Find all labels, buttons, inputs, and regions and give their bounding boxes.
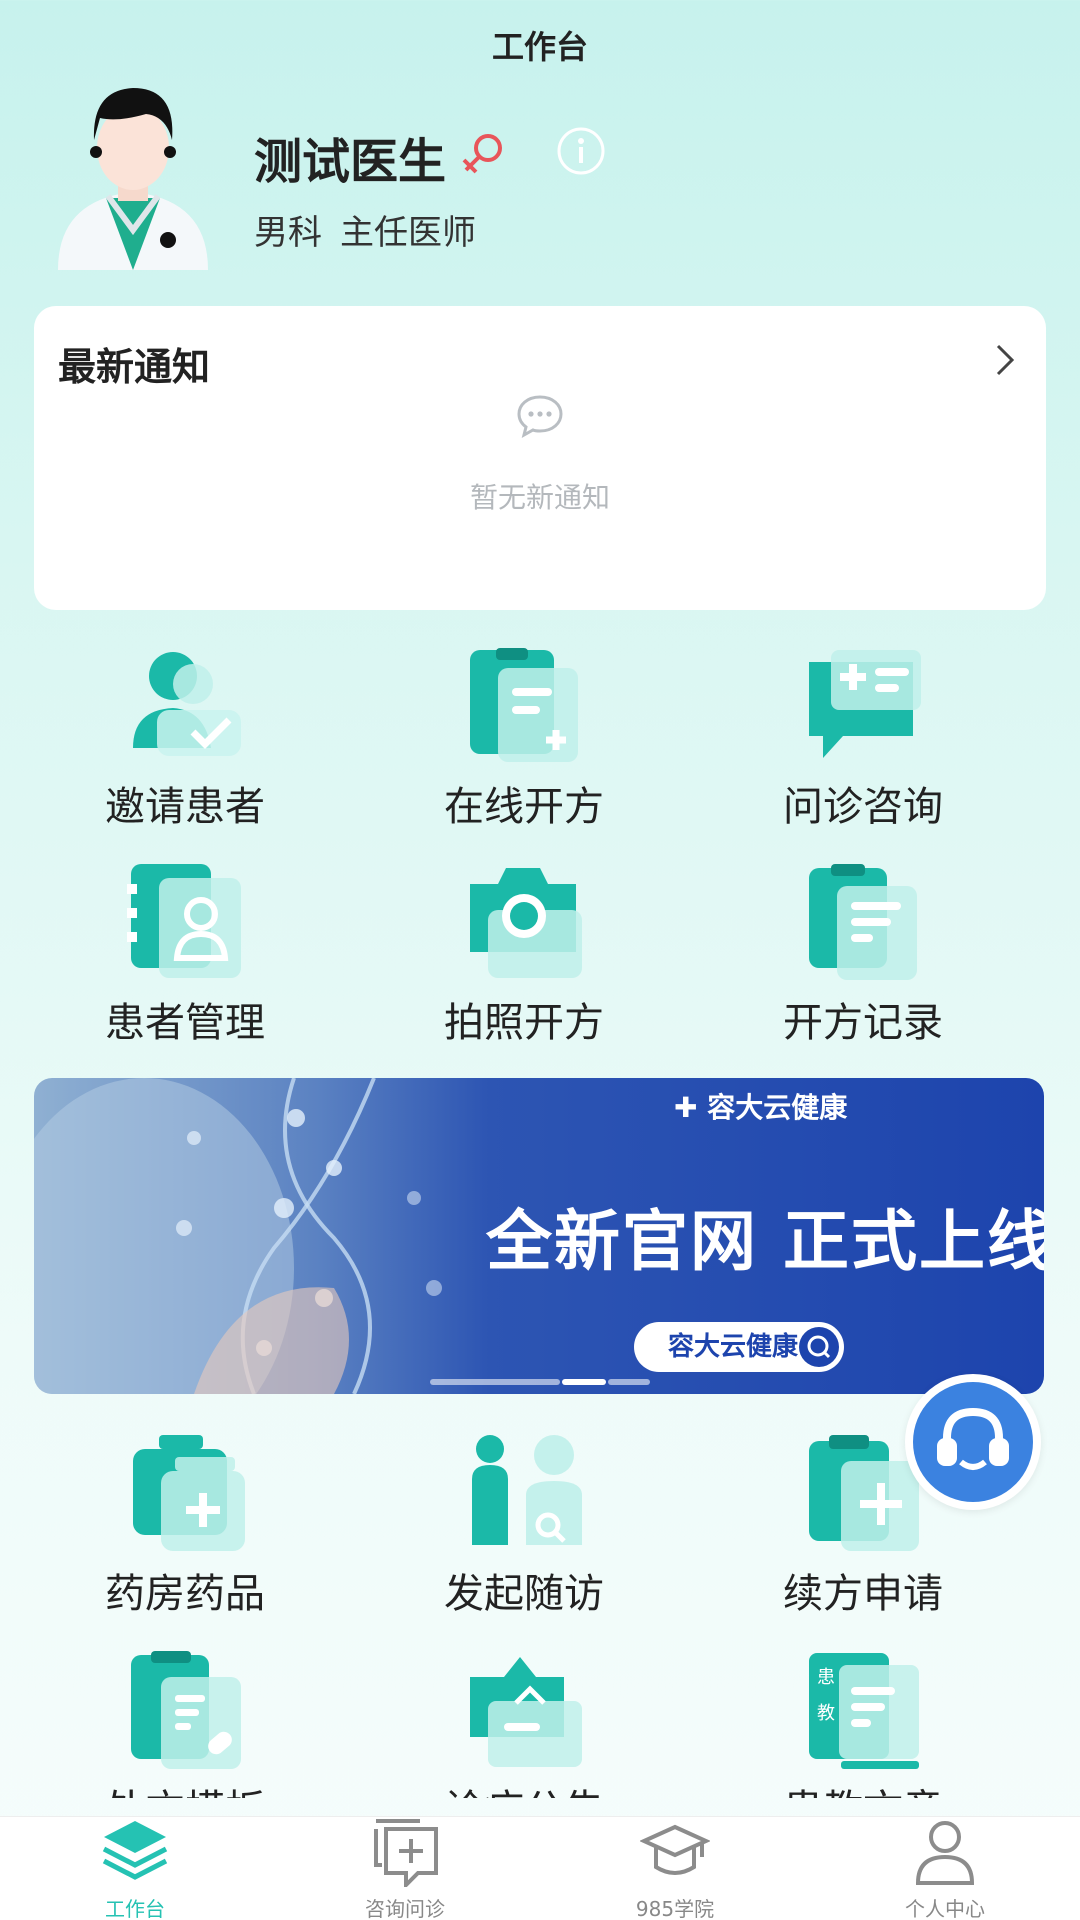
headset-icon (913, 1382, 1033, 1502)
grid-label: 患者管理 (105, 1000, 265, 1046)
banner-logo-label: 容大云健康 (707, 1091, 848, 1124)
banner-pill-text: 容大云健康 (668, 1332, 799, 1362)
grid-label: 患教文章 (683, 1777, 1043, 1798)
grid-label: 处方模板 (5, 1777, 365, 1798)
notice-title: 最新通知 (58, 345, 211, 389)
grid-item-prescription-template[interactable]: 处方模板 (5, 1651, 365, 1798)
bottom-tab-bar: 工作台 咨询问诊 985学院 个人中心 (0, 1816, 1080, 1920)
follow-up-icon (464, 1435, 584, 1555)
grid-item-follow-up[interactable]: 发起随访 (344, 1435, 704, 1625)
doctor-name: 测试医生 (254, 134, 447, 190)
banner-pagination (430, 1370, 650, 1385)
svg-text:教: 教 (817, 1703, 835, 1724)
grid-item-online-prescription[interactable]: 在线开方 (344, 648, 704, 838)
tab-label: 工作台 (105, 1897, 165, 1920)
chat-plus-icon (370, 1817, 440, 1890)
user-icon (910, 1817, 980, 1887)
notice-empty-text: 暂无新通知 (469, 481, 610, 514)
tab-label: 985学院 (635, 1897, 715, 1920)
grid-item-prescription-record[interactable]: 开方记录 (683, 864, 1043, 1054)
promo-banner[interactable]: ✚ 容大云健康 全新官网 正式上线 容大云健康 (34, 1078, 1044, 1394)
prescription-template-icon (125, 1651, 245, 1771)
invite-patient-icon (125, 648, 245, 768)
doctor-department: 男科 主任医师 (254, 205, 476, 254)
tab-label: 个人中心 (905, 1897, 985, 1920)
grid-label: 问诊咨询 (783, 784, 943, 830)
pharmacy-icon (125, 1435, 245, 1555)
position-title: 主任医师 (340, 213, 476, 253)
banner-pill: 容大云健康 (634, 1322, 844, 1372)
announcement-icon (464, 1651, 584, 1771)
photo-prescription-icon (464, 864, 584, 984)
svg-text:患: 患 (817, 1667, 835, 1688)
customer-service-button[interactable] (905, 1374, 1041, 1510)
patient-education-icon: 患 教 (803, 1651, 923, 1771)
prescription-record-icon (803, 864, 923, 984)
banner-headline: 全新官网 正式上线 (486, 1203, 1044, 1280)
notice-card[interactable]: 最新通知 暂无新通知 (34, 306, 1046, 610)
tab-academy[interactable]: 985学院 (540, 1817, 810, 1920)
page-title: 工作台 (491, 28, 588, 66)
grid-item-announcement[interactable]: 诊疗公告 (344, 1651, 704, 1798)
banner-logo-text: ✚ 容大云健康 (674, 1091, 848, 1124)
doctor-avatar (48, 80, 218, 270)
tab-label: 咨询问诊 (365, 1897, 445, 1920)
grid-label: 邀请患者 (105, 784, 265, 830)
chat-bubble-icon (516, 394, 564, 438)
tab-consultation[interactable]: 咨询问诊 (270, 1817, 540, 1920)
tab-workbench[interactable]: 工作台 (0, 1817, 270, 1920)
female-symbol-icon (460, 130, 506, 176)
grid-label: 发起随访 (444, 1571, 604, 1617)
grid-label: 续方申请 (783, 1571, 943, 1617)
consultation-icon (803, 648, 923, 768)
department-label: 男科 (254, 213, 322, 253)
tab-profile[interactable]: 个人中心 (810, 1817, 1080, 1920)
grid-label: 药房药品 (105, 1571, 265, 1617)
grid-item-patient-education[interactable]: 患 教 患教文章 (683, 1651, 1043, 1798)
grid-item-patient-management[interactable]: 患者管理 (5, 864, 365, 1054)
grid-label: 在线开方 (444, 784, 604, 830)
graduation-cap-icon (639, 1817, 711, 1887)
layers-icon (100, 1817, 170, 1887)
grid-item-invite-patient[interactable]: 邀请患者 (5, 648, 365, 838)
chevron-right-icon[interactable] (992, 342, 1018, 378)
online-prescription-icon (464, 648, 584, 768)
grid-item-photo-prescription[interactable]: 拍照开方 (344, 864, 704, 1054)
grid-item-pharmacy[interactable]: 药房药品 (5, 1435, 365, 1625)
grid-label: 拍照开方 (444, 1000, 604, 1046)
info-icon[interactable] (556, 126, 606, 176)
grid-item-consultation[interactable]: 问诊咨询 (683, 648, 1043, 838)
grid-label: 开方记录 (783, 1000, 943, 1046)
grid-label: 诊疗公告 (344, 1777, 704, 1798)
patient-management-icon (125, 864, 245, 984)
search-icon (798, 1326, 840, 1368)
